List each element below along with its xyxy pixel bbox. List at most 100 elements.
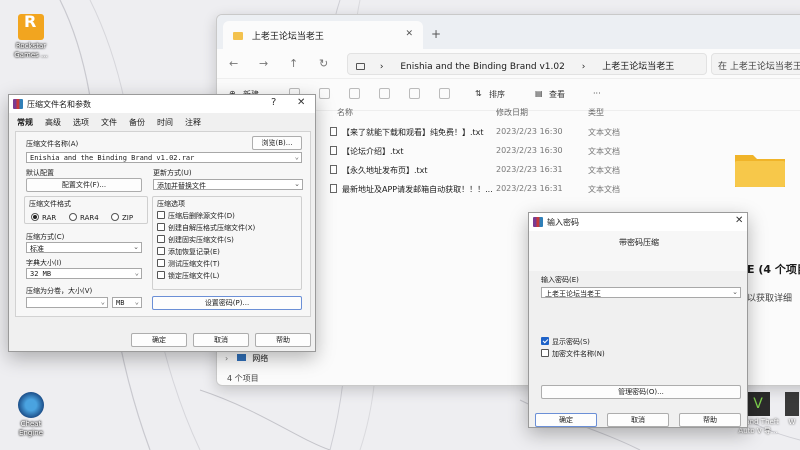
checkbox-box bbox=[157, 259, 165, 267]
column-type[interactable]: 类型 bbox=[588, 107, 604, 118]
update-mode-value: 添加并替换文件 bbox=[157, 182, 206, 190]
desktop-icon-cheat-engine[interactable]: Cheat Engine bbox=[8, 392, 54, 438]
sort-button[interactable]: 排序 bbox=[489, 89, 505, 100]
tab-options[interactable]: 选项 bbox=[73, 117, 89, 128]
desktop-icon-label: Rockstar Games ... bbox=[14, 42, 48, 59]
breadcrumb-more[interactable]: › bbox=[380, 62, 384, 72]
explorer-tab[interactable]: 上老王论坛当老王 ✕ bbox=[223, 21, 423, 49]
address-bar[interactable]: › Enishia and the Binding Brand v1.02 › … bbox=[347, 53, 707, 75]
show-password-label: 显示密码(S) bbox=[552, 338, 590, 346]
desktop-icon-app[interactable]: W bbox=[784, 392, 800, 426]
back-icon[interactable]: ← bbox=[229, 57, 238, 70]
view-icon: ▤ bbox=[535, 89, 543, 98]
lock-checkbox[interactable]: 锁定压缩文件(L) bbox=[157, 271, 219, 281]
status-bar-count: 4 个项目 bbox=[227, 374, 259, 383]
format-rar-radio[interactable]: RAR bbox=[31, 213, 56, 222]
nav-network[interactable]: › 网络 bbox=[225, 353, 268, 364]
winrar-icon bbox=[13, 99, 23, 109]
details-item-count: E (4 个项目 bbox=[747, 263, 800, 276]
details-hint: 以获取详细 bbox=[747, 294, 793, 304]
sfx-checkbox[interactable]: 创建自解压格式压缩文件(X) bbox=[157, 223, 255, 233]
column-name[interactable]: 名称 bbox=[337, 107, 353, 118]
split-size-input[interactable]: ⌄ bbox=[26, 297, 108, 308]
profiles-button[interactable]: 配置文件(F)... bbox=[26, 178, 142, 192]
password-dialog: 输入密码 ✕ 带密码压缩 输入密码(E) 上老王论坛当老王 ⌄ 显示密码(S) … bbox=[528, 212, 748, 428]
tab-general[interactable]: 常规 bbox=[17, 117, 33, 128]
tab-files[interactable]: 文件 bbox=[101, 117, 117, 128]
rename-icon[interactable] bbox=[379, 88, 390, 99]
rockstar-icon: R bbox=[18, 14, 44, 40]
delete-icon[interactable] bbox=[439, 88, 450, 99]
file-date: 2023/2/23 16:30 bbox=[496, 146, 563, 155]
file-row[interactable]: 【论坛介绍】.txt 2023/2/23 16:30 文本文档 bbox=[330, 145, 750, 159]
view-button[interactable]: 查看 bbox=[549, 89, 565, 100]
manage-passwords-button[interactable]: 管理密码(O)... bbox=[541, 385, 741, 399]
set-password-button[interactable]: 设置密码(P)... bbox=[152, 296, 302, 310]
checkbox-box bbox=[157, 271, 165, 279]
method-value: 标准 bbox=[30, 245, 44, 253]
ok-button[interactable]: 确定 bbox=[535, 413, 597, 427]
encrypt-names-checkbox[interactable]: 加密文件名称(N) bbox=[541, 349, 605, 359]
password-input[interactable]: 上老王论坛当老王 ⌄ bbox=[541, 287, 741, 298]
update-mode-select[interactable]: 添加并替换文件 ⌄ bbox=[153, 179, 303, 190]
forward-icon[interactable]: → bbox=[259, 57, 268, 70]
file-type: 文本文档 bbox=[588, 185, 620, 194]
option-label: 添加恢复记录(E) bbox=[168, 248, 220, 256]
breadcrumb-item[interactable]: 上老王论坛当老王 bbox=[602, 62, 674, 72]
new-tab-icon[interactable]: + bbox=[431, 27, 441, 41]
browse-button[interactable]: 浏览(B)... bbox=[252, 136, 302, 150]
file-row[interactable]: 最新地址及APP请发邮箱自动获取！！！... 2023/2/23 16:31 文… bbox=[330, 183, 750, 197]
monitor-icon bbox=[356, 63, 365, 70]
format-rar4-radio[interactable]: RAR4 bbox=[69, 213, 99, 222]
method-select[interactable]: 标准 ⌄ bbox=[26, 242, 142, 253]
tab-time[interactable]: 时间 bbox=[157, 117, 173, 128]
refresh-icon[interactable]: ↻ bbox=[319, 57, 328, 70]
copy-icon[interactable] bbox=[319, 88, 330, 99]
checkbox-box bbox=[157, 223, 165, 231]
desktop-icon-rockstar[interactable]: R Rockstar Games ... bbox=[8, 14, 54, 60]
format-zip-radio[interactable]: ZIP bbox=[111, 213, 133, 222]
explorer-tabbar: 上老王论坛当老王 ✕ + bbox=[217, 15, 800, 49]
close-icon[interactable]: ✕ bbox=[735, 215, 743, 226]
tab-comment[interactable]: 注释 bbox=[185, 117, 201, 128]
close-tab-icon[interactable]: ✕ bbox=[405, 29, 413, 39]
column-modified[interactable]: 修改日期 bbox=[496, 107, 528, 118]
help-icon[interactable]: ? bbox=[271, 97, 276, 108]
dialog-title: 输入密码 bbox=[547, 218, 579, 227]
help-button[interactable]: 帮助 bbox=[255, 333, 311, 347]
folder-icon bbox=[735, 155, 785, 187]
method-label: 压缩方式(C) bbox=[26, 233, 65, 241]
archive-filename-field[interactable]: Enishia and the Binding Brand v1.02.rar … bbox=[26, 152, 302, 163]
file-row[interactable]: 【来了就能下载和观看】纯免费！】.txt 2023/2/23 16:30 文本文… bbox=[330, 126, 750, 140]
dict-select[interactable]: 32 MB ⌄ bbox=[26, 268, 142, 279]
delete-after-checkbox[interactable]: 压缩后删除源文件(D) bbox=[157, 211, 235, 221]
recovery-checkbox[interactable]: 添加恢复记录(E) bbox=[157, 247, 220, 257]
dialog-titlebar: 压缩文件名和参数 ? ✕ bbox=[9, 95, 315, 113]
paste-icon[interactable] bbox=[349, 88, 360, 99]
more-button[interactable]: ··· bbox=[593, 89, 601, 98]
chevron-down-icon: ⌄ bbox=[732, 288, 738, 296]
show-password-checkbox[interactable]: 显示密码(S) bbox=[541, 337, 590, 347]
search-input[interactable]: 在 上老王论坛当老王 中搜索 bbox=[711, 53, 800, 75]
cancel-button[interactable]: 取消 bbox=[607, 413, 669, 427]
test-checkbox[interactable]: 测试压缩文件(T) bbox=[157, 259, 220, 269]
option-label: 压缩后删除源文件(D) bbox=[168, 212, 235, 220]
up-icon[interactable]: ↑ bbox=[289, 57, 298, 70]
ok-button[interactable]: 确定 bbox=[131, 333, 187, 347]
format-group-label: 压缩文件格式 bbox=[29, 200, 71, 208]
split-unit-select[interactable]: MB ⌄ bbox=[112, 297, 142, 308]
help-button[interactable]: 帮助 bbox=[679, 413, 741, 427]
share-icon[interactable] bbox=[409, 88, 420, 99]
close-icon[interactable]: ✕ bbox=[297, 97, 305, 108]
tab-advanced[interactable]: 高级 bbox=[45, 117, 61, 128]
file-name: 【永久地址发布页】.txt bbox=[342, 166, 428, 175]
explorer-navbar: ← → ↑ ↻ › Enishia and the Binding Brand … bbox=[217, 49, 800, 79]
desktop-icon-label: W bbox=[788, 418, 796, 426]
tab-title: 上老王论坛当老王 bbox=[251, 32, 324, 42]
tab-backup[interactable]: 备份 bbox=[129, 117, 145, 128]
file-row[interactable]: 【永久地址发布页】.txt 2023/2/23 16:31 文本文档 bbox=[330, 164, 750, 178]
solid-checkbox[interactable]: 创建固实压缩文件(S) bbox=[157, 235, 234, 245]
cancel-button[interactable]: 取消 bbox=[193, 333, 249, 347]
breadcrumb-item[interactable]: Enishia and the Binding Brand v1.02 bbox=[400, 62, 565, 72]
file-type: 文本文档 bbox=[588, 166, 620, 175]
